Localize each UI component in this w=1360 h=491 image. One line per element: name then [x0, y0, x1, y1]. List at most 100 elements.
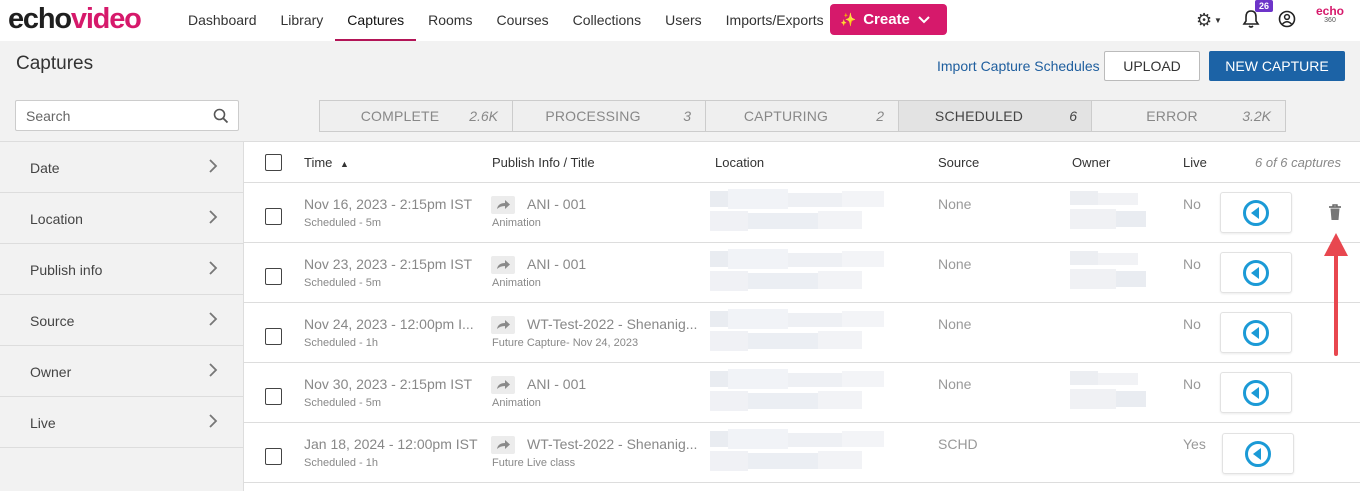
chevron-right-icon [209, 210, 218, 224]
row-checkbox[interactable] [265, 208, 282, 225]
row-checkbox[interactable] [265, 328, 282, 345]
nav-dashboard[interactable]: Dashboard [176, 0, 269, 41]
column-source[interactable]: Source [938, 155, 979, 170]
search-icon[interactable] [213, 108, 229, 124]
capture-source: SCHD [938, 436, 978, 452]
row-checkbox[interactable] [265, 448, 282, 465]
capture-subtitle: Animation [492, 277, 541, 289]
capture-live-status: No [1183, 196, 1201, 212]
row-checkbox[interactable] [265, 388, 282, 405]
capture-title[interactable]: WT-Test-2022 - Shenanig... [527, 316, 697, 332]
filter-date[interactable]: Date [0, 142, 243, 193]
play-reverse-icon [1243, 200, 1269, 226]
row-checkbox[interactable] [265, 268, 282, 285]
nav-collections[interactable]: Collections [561, 0, 653, 41]
share-icon [491, 196, 515, 214]
capture-duration: Scheduled - 5m [304, 397, 382, 409]
capture-duration: Scheduled - 5m [304, 277, 382, 289]
location-redacted [710, 189, 920, 235]
tab-error[interactable]: ERROR 3.2K [1092, 101, 1285, 131]
gear-icon[interactable]: ⚙ [1196, 10, 1212, 30]
share-icon [491, 316, 515, 334]
select-all-checkbox[interactable] [265, 154, 282, 171]
nav-users[interactable]: Users [653, 0, 714, 41]
table-row[interactable]: Nov 24, 2023 - 12:00pm I... Scheduled - 1… [244, 303, 1360, 363]
capture-subtitle: Future Live class [492, 457, 576, 469]
column-title[interactable]: Publish Info / Title [492, 155, 595, 170]
live-button[interactable] [1222, 433, 1294, 474]
filter-owner[interactable]: Owner [0, 346, 243, 397]
capture-title[interactable]: ANI - 001 [527, 376, 697, 392]
capture-subtitle: Future Capture- Nov 24, 2023 [492, 337, 639, 349]
location-redacted [710, 309, 920, 355]
capture-time: Jan 18, 2024 - 12:00pm IST [304, 436, 478, 452]
tab-complete[interactable]: COMPLETE 2.6K [320, 101, 513, 131]
filter-live[interactable]: Live [0, 397, 243, 448]
nav-rooms[interactable]: Rooms [416, 0, 484, 41]
nav-courses[interactable]: Courses [484, 0, 560, 41]
filter-publish-info[interactable]: Publish info [0, 244, 243, 295]
capture-source: None [938, 316, 972, 332]
nav-imports-exports[interactable]: Imports/Exports [714, 0, 836, 41]
chevron-right-icon [209, 159, 218, 173]
filter-source[interactable]: Source [0, 295, 243, 346]
user-profile-icon[interactable] [1278, 10, 1296, 28]
upload-button[interactable]: UPLOAD [1104, 51, 1200, 81]
search-input[interactable] [16, 101, 196, 130]
column-owner[interactable]: Owner [1072, 155, 1110, 170]
column-time[interactable]: Time ▲ [304, 155, 349, 170]
chevron-right-icon [209, 312, 218, 326]
captures-count: 6 of 6 captures [1255, 155, 1341, 170]
tab-capturing[interactable]: CAPTURING 2 [706, 101, 899, 131]
column-live[interactable]: Live [1183, 155, 1207, 170]
capture-title[interactable]: ANI - 001 [527, 196, 697, 212]
play-reverse-icon [1245, 441, 1271, 467]
capture-title[interactable]: ANI - 001 [527, 256, 697, 272]
bell-icon[interactable] [1242, 9, 1260, 29]
create-button[interactable]: ✨ Create [830, 4, 947, 35]
table-row[interactable]: Nov 16, 2023 - 2:15pm IST Scheduled - 5m A… [244, 183, 1360, 243]
annotation-arrow [1324, 233, 1348, 356]
tab-scheduled[interactable]: SCHEDULED 6 [899, 101, 1092, 131]
owner-redacted [1068, 249, 1156, 293]
capture-title[interactable]: WT-Test-2022 - Shenanig... [527, 436, 697, 452]
capture-live-status: No [1183, 376, 1201, 392]
play-reverse-icon [1243, 320, 1269, 346]
new-capture-button[interactable]: NEW CAPTURE [1209, 51, 1345, 81]
filter-sidebar: Date Location Publish info Source Owner … [0, 142, 244, 491]
sort-ascending-icon: ▲ [340, 159, 349, 169]
chevron-right-icon [209, 261, 218, 275]
live-button[interactable] [1220, 192, 1292, 233]
nav-captures[interactable]: Captures [335, 0, 416, 41]
live-button[interactable] [1220, 312, 1292, 353]
column-location[interactable]: Location [715, 155, 764, 170]
echo360-logo[interactable]: echo 360 [1313, 5, 1347, 26]
table-row[interactable]: Nov 30, 2023 - 2:15pm IST Scheduled - 5m A… [244, 363, 1360, 423]
import-capture-schedules-link[interactable]: Import Capture Schedules [937, 58, 1100, 74]
play-reverse-icon [1243, 380, 1269, 406]
location-redacted [710, 429, 920, 475]
share-icon [491, 376, 515, 394]
owner-redacted [1068, 189, 1156, 233]
table-row[interactable]: Jan 18, 2024 - 12:00pm IST Scheduled - 1h… [244, 423, 1360, 483]
live-button[interactable] [1220, 372, 1292, 413]
echovideo-logo[interactable]: echovideo [8, 2, 142, 36]
capture-live-status: Yes [1183, 436, 1206, 452]
trash-icon[interactable] [1328, 204, 1342, 221]
share-icon [491, 256, 515, 274]
table-row[interactable]: Nov 23, 2023 - 2:15pm IST Scheduled - 5m A… [244, 243, 1360, 303]
page-title: Captures [16, 53, 94, 74]
capture-source: None [938, 196, 972, 212]
capture-duration: Scheduled - 1h [304, 457, 378, 469]
caret-down-icon: ▼ [1214, 16, 1222, 25]
nav-library[interactable]: Library [269, 0, 336, 41]
chevron-right-icon [209, 363, 218, 377]
main-nav: Dashboard Library Captures Rooms Courses… [176, 0, 836, 41]
capture-source: None [938, 256, 972, 272]
captures-table: Time ▲ Publish Info / Title Location Sou… [244, 142, 1360, 491]
location-redacted [710, 249, 920, 295]
live-button[interactable] [1220, 252, 1292, 293]
capture-time: Nov 16, 2023 - 2:15pm IST [304, 196, 473, 212]
filter-location[interactable]: Location [0, 193, 243, 244]
tab-processing[interactable]: PROCESSING 3 [513, 101, 706, 131]
